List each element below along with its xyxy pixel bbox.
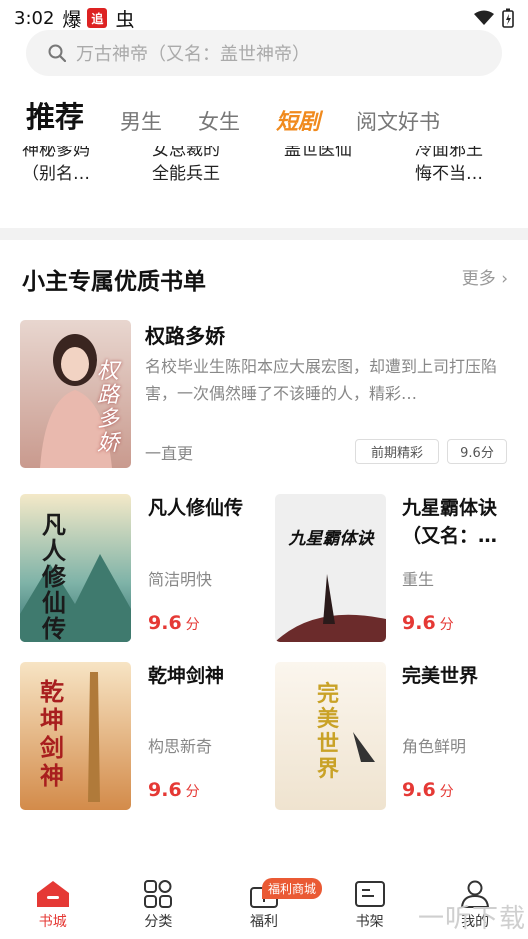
book-title-line: 悔不当…	[415, 164, 483, 184]
cover-title: 完美世界	[317, 682, 340, 782]
cover-title: 九星霸体诀	[288, 529, 374, 549]
list-item[interactable]: 神秘爹妈 （别名…	[22, 146, 132, 186]
score-unit: 分	[439, 617, 454, 633]
book-title-line: 全能兵王	[152, 164, 220, 184]
section-title: 小主专属优质书单	[22, 269, 206, 295]
scrolled-book-row: 神秘爹妈 （别名… 女总裁的 全能兵王 盖世医仙 冷面邪王 悔不当…	[0, 146, 528, 194]
book-score: 9.6 分	[148, 779, 200, 801]
book-score: 9.6 分	[402, 612, 454, 634]
book-cover[interactable]: 九星霸体诀	[275, 494, 386, 642]
nav-category[interactable]: 分类	[106, 866, 212, 939]
book-title-line: 女总裁的	[152, 146, 220, 160]
score-value: 9.6	[148, 779, 182, 801]
featured-book-author: 一直更	[145, 444, 194, 463]
home-icon	[36, 881, 69, 907]
tab-male[interactable]: 男生	[120, 106, 162, 146]
book-cover[interactable]: 凡人修仙传	[20, 494, 131, 642]
cover-title: 乾坤剑神	[40, 678, 64, 790]
score-value: 9.6	[402, 612, 436, 634]
tab-recommend[interactable]: 推荐	[26, 94, 84, 146]
book-title-line: 盖世医仙	[284, 146, 352, 160]
chevron-right-icon: ›	[501, 269, 508, 289]
tab-yuewen[interactable]: 阅文好书	[356, 106, 440, 146]
cover-title: 权路多娇	[97, 359, 120, 456]
tab-short-drama[interactable]: 短剧	[276, 104, 320, 146]
book-score: 9.6 分	[402, 779, 454, 801]
section-divider	[0, 228, 528, 240]
notification-icon: 爆	[62, 8, 82, 31]
score-unit: 分	[439, 784, 454, 800]
list-item[interactable]: 冷面邪王 悔不当…	[415, 146, 525, 186]
more-link[interactable]: 更多 ›	[462, 264, 508, 289]
cover-art	[275, 494, 386, 642]
bookshelf-icon	[354, 881, 385, 907]
nav-label: 分类	[144, 914, 173, 930]
book-tag: 前期精彩	[355, 439, 439, 464]
bottom-nav: 书城 分类 福利商城 福利 书架 我的 一听下载	[0, 866, 528, 939]
app-notification-icon: 追	[87, 8, 108, 28]
category-tabs: 推荐 男生 女生 短剧 阅文好书	[0, 96, 528, 146]
nav-bookshelf[interactable]: 书架	[317, 866, 423, 939]
book-title-line: 冷面邪王	[415, 146, 483, 160]
status-time: 3:02	[14, 7, 55, 29]
book-tag: 角色鲜明	[402, 737, 467, 756]
search-placeholder: 万古神帝（又名：盖世神帝）	[76, 44, 310, 65]
book-title[interactable]: 凡人修仙传	[148, 494, 260, 522]
search-icon	[48, 44, 66, 62]
list-item[interactable]: 女总裁的 全能兵王	[152, 146, 262, 186]
score-value: 9.6	[148, 612, 182, 634]
book-title[interactable]: 完美世界	[402, 662, 514, 690]
score-value: 9.6	[402, 779, 436, 801]
nav-label: 书架	[355, 914, 384, 930]
welfare-mall-badge: 福利商城	[261, 878, 322, 899]
grid-icon	[144, 880, 173, 908]
book-title-line: 神秘爹妈	[22, 146, 90, 160]
tab-female[interactable]: 女生	[198, 106, 240, 146]
more-label: 更多	[461, 269, 496, 289]
search-bar[interactable]: 万古神帝（又名：盖世神帝）	[26, 30, 502, 76]
cover-title: 凡人修仙传	[42, 511, 66, 642]
book-tag: 重生	[402, 570, 435, 589]
bug-notification-icon: 虫	[115, 8, 135, 31]
book-cover[interactable]: 完美世界	[275, 662, 386, 810]
watermark: 一听下载	[417, 904, 526, 934]
nav-welfare[interactable]: 福利商城 福利	[211, 866, 322, 939]
featured-book-desc: 名校毕业生陈阳本应大展宏图，却遭到上司打压陷害，一次偶然睡了不该睡的人，精彩…	[145, 357, 498, 403]
wifi-icon	[474, 10, 494, 25]
book-title-line: （别名…	[22, 164, 90, 184]
book-cover[interactable]: 权路多娇	[20, 320, 131, 468]
battery-icon	[502, 8, 514, 28]
nav-label: 书城	[38, 914, 67, 930]
list-item[interactable]: 盖世医仙	[284, 146, 394, 162]
book-title[interactable]: 九星霸体诀（又名：…	[402, 494, 514, 550]
nav-bookstore[interactable]: 书城	[0, 866, 106, 939]
book-cover[interactable]: 乾坤剑神	[20, 662, 131, 810]
book-tag: 简洁明快	[148, 570, 213, 589]
nav-label: 福利	[249, 914, 278, 930]
score-unit: 分	[185, 784, 200, 800]
book-title[interactable]: 乾坤剑神	[148, 662, 260, 690]
book-score-tag: 9.6分	[447, 439, 507, 464]
book-tag: 构思新奇	[148, 737, 213, 756]
featured-book-title[interactable]: 权路多娇	[145, 320, 225, 349]
score-unit: 分	[185, 617, 200, 633]
book-score: 9.6 分	[148, 612, 200, 634]
